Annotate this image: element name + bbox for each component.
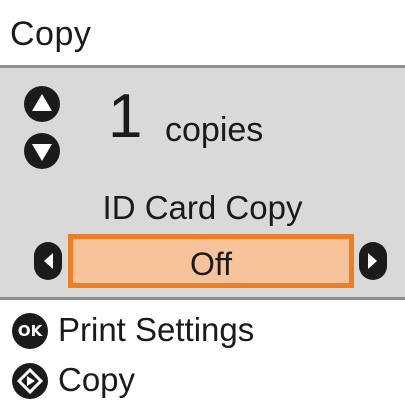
id-card-copy-value-selector[interactable]: Off [68,234,354,288]
id-card-copy-label: ID Card Copy [102,189,303,226]
triangle-down-icon[interactable] [24,133,60,169]
screen-title: Copy [10,15,92,53]
copies-unit-label: copies [165,111,264,149]
menu-item-label: Print Settings [58,311,255,348]
menu-item-label: Copy [58,361,136,398]
chevron-left-icon[interactable] [34,242,62,280]
printer-lcd-screen: Copy 1 copies ID Card Copy Off OK Print … [0,0,405,405]
chevron-right-icon[interactable] [359,242,387,280]
menu-item-copy[interactable]: Copy [10,358,390,404]
title-bar: Copy [0,0,405,68]
menu-item-print-settings[interactable]: OK Print Settings [10,308,390,354]
ok-button-icon: OK [12,313,48,349]
copies-count: 1 [108,82,143,151]
id-card-copy-value: Off [189,246,233,282]
triangle-up-icon[interactable] [24,86,60,122]
start-diamond-icon [12,363,48,399]
